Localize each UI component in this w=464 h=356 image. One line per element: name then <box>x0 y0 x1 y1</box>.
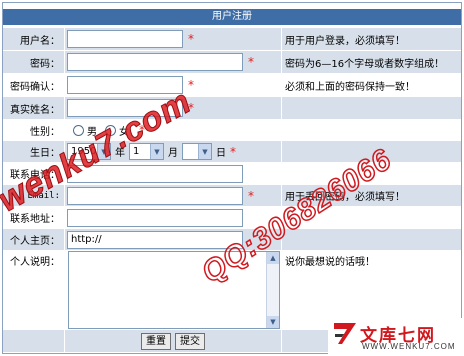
email-input[interactable] <box>67 186 243 205</box>
scroll-up-icon[interactable]: ▲ <box>267 252 279 264</box>
gender-male-radio[interactable] <box>73 124 84 136</box>
birthday-label: 生日： <box>3 141 64 162</box>
row-confirm-password: 密码确认： * 必须和上面的密码保持一致！ <box>3 74 461 96</box>
email-label: Email: <box>3 185 64 206</box>
required-mark: * <box>188 101 194 115</box>
username-note: 用于用户登录，必须填写！ <box>282 28 461 50</box>
email-note: 用于丢回密码，必须填写！ <box>282 185 461 206</box>
username-input[interactable] <box>67 30 183 48</box>
row-real-name: 真实姓名： * <box>3 97 461 119</box>
confirm-password-note: 必须和上面的密码保持一致！ <box>285 81 415 93</box>
scroll-down-icon[interactable]: ▼ <box>267 316 279 328</box>
required-mark: * <box>139 123 145 137</box>
year-unit-label: 年 <box>115 148 125 159</box>
day-unit-label: 日 <box>216 148 226 159</box>
month-unit-label: 月 <box>168 148 178 159</box>
chevron-down-icon: ▼ <box>97 144 110 159</box>
confirm-password-input[interactable] <box>67 76 183 94</box>
reset-button[interactable]: 重置 <box>141 332 171 350</box>
wenku7-mark-icon <box>334 323 356 344</box>
required-mark: * <box>230 144 236 159</box>
gender-male-label: 男 <box>87 126 97 138</box>
form-title: 用户注册 <box>3 9 461 25</box>
logo-domain: WWW.WENKU7.COM <box>362 342 456 351</box>
row-birthday: 生日： 1950 ▼ 年 1 ▼ 月 ▼ 日 * <box>3 141 461 162</box>
address-input[interactable] <box>67 208 243 227</box>
row-email: Email: * 用于丢回密码，必须填写！ <box>3 185 461 206</box>
row-phone: 联系电话： <box>3 163 461 184</box>
gender-female-label: 女 <box>119 126 129 138</box>
textarea-scrollbar[interactable]: ▲ ▼ <box>266 252 279 328</box>
real-name-input[interactable] <box>67 99 183 117</box>
required-mark: * <box>248 55 254 69</box>
real-name-label: 真实姓名： <box>3 97 64 119</box>
address-label: 联系地址： <box>10 214 60 225</box>
password-input[interactable] <box>67 53 243 71</box>
homepage-input[interactable] <box>67 230 243 249</box>
birth-month-select[interactable]: 1 ▼ <box>129 143 164 160</box>
password-note: 密码为6—16个字母或者数字组成！ <box>282 51 461 73</box>
required-mark: * <box>248 188 254 203</box>
password-label: 密码： <box>3 51 64 73</box>
birth-year-select[interactable]: 1950 ▼ <box>67 143 111 160</box>
row-password: 密码： * 密码为6—16个字母或者数字组成！ <box>3 51 461 73</box>
phone-label: 联系电话： <box>10 170 60 181</box>
submit-button[interactable]: 提交 <box>175 332 205 350</box>
row-homepage: 个人主页： <box>3 229 461 250</box>
row-username: 用户名： * 用于用户登录，必须填写！ <box>3 28 461 50</box>
wenku7-logo: 文库七网 WWW.WENKU7.COM <box>328 318 462 354</box>
row-address: 联系地址： <box>3 207 461 228</box>
chevron-down-icon: ▼ <box>198 144 211 159</box>
gender-female-radio[interactable] <box>105 124 116 136</box>
chevron-down-icon: ▼ <box>150 144 163 159</box>
intro-textarea[interactable]: ▲ ▼ <box>68 251 280 329</box>
confirm-password-label: 密码确认： <box>10 81 60 93</box>
username-label: 用户名： <box>3 28 64 50</box>
homepage-label: 个人主页： <box>3 229 64 250</box>
gender-label: 性别： <box>30 126 60 138</box>
birth-day-select[interactable]: ▼ <box>182 143 212 160</box>
required-mark: * <box>188 32 194 46</box>
row-gender: 性别： 男 女 * <box>3 120 461 140</box>
required-mark: * <box>188 78 194 92</box>
intro-label: 个人说明： <box>10 257 60 268</box>
phone-input[interactable] <box>67 164 243 183</box>
